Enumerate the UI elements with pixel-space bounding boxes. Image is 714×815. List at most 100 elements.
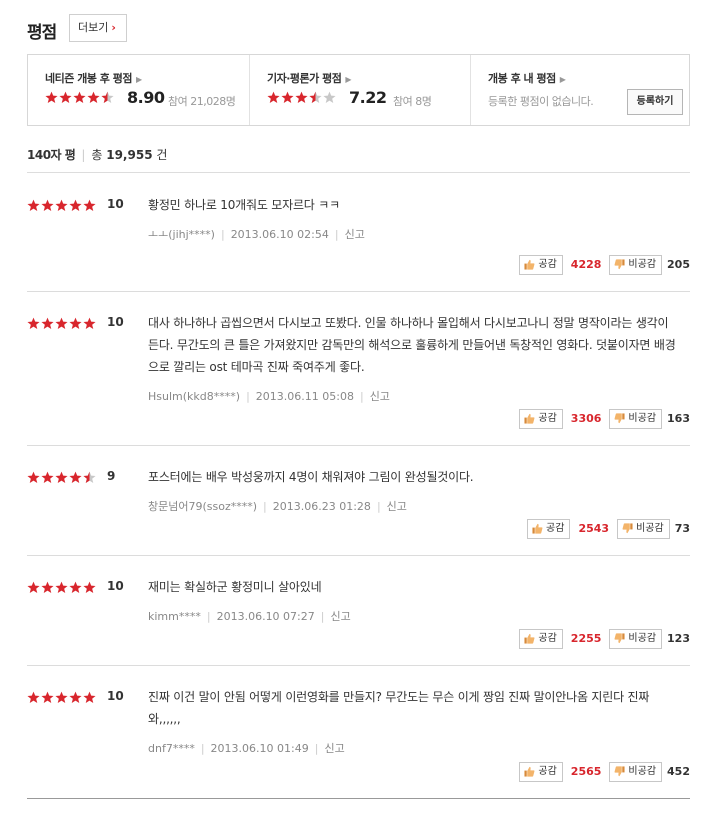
netizen-rating: 네티즌 개봉 후 평점 ▶ 8.90 참여 21,028명 — [28, 55, 249, 125]
critic-participants: 참여 8명 — [393, 95, 432, 108]
review-score: 10 — [107, 579, 124, 593]
dislike-label: 비공감 — [628, 413, 657, 424]
netizen-score: 8.90 — [127, 88, 165, 107]
star-icon — [55, 199, 68, 212]
review-author[interactable]: dnf7**** — [148, 742, 195, 755]
dislike-button[interactable]: 비공감 — [609, 629, 663, 649]
star-icon — [27, 471, 40, 484]
netizen-stars — [45, 91, 115, 105]
dislike-count: 163 — [667, 412, 690, 425]
dislike-button[interactable]: 비공감 — [609, 409, 663, 429]
chevron-right-icon: › — [111, 21, 116, 34]
review-stars — [27, 199, 97, 213]
review-author[interactable]: 창문넘어79(ssoz****) — [148, 500, 257, 513]
review-meta: dnf7**** | 2013.06.10 01:49 | 신고 — [148, 740, 345, 756]
dislike-button[interactable]: 비공감 — [617, 519, 670, 539]
review-text: 진짜 이건 말이 안됨 어떻게 이런영화를 만들지? 무간도는 무슨 이게 짱임… — [148, 690, 650, 726]
review-date: 2013.06.10 02:54 — [230, 228, 329, 241]
triangle-right-icon: ▶ — [559, 75, 566, 84]
review-item: 10 황정민 하나로 10개줘도 모자르다 ㅋㅋ ㅗㅗ(jihj****) | 2013… — [27, 173, 690, 292]
review-text: 황정민 하나로 10개줘도 모자르다 ㅋㅋ — [148, 198, 340, 212]
like-button[interactable]: 공감 — [519, 409, 563, 429]
review-date: 2013.06.11 05:08 — [255, 390, 354, 403]
like-button[interactable]: 공감 — [527, 519, 571, 539]
review-item: 10 대사 하나하나 곱씹으면서 다시보고 또봤다. 인물 하나하나 몰입해서 다… — [27, 291, 690, 446]
star-icon — [73, 91, 86, 104]
critic-rating-link[interactable]: 기자·평론가 평점 ▶ — [267, 70, 351, 86]
divider: | — [314, 742, 319, 755]
critic-score: 7.22 — [349, 88, 387, 107]
report-link[interactable]: 신고 — [345, 228, 365, 241]
netizen-rating-link[interactable]: 네티즌 개봉 후 평점 ▶ — [45, 70, 142, 86]
divider: | — [81, 148, 86, 162]
critic-rating: 기자·평론가 평점 ▶ 7.22 참여 8명 — [249, 55, 471, 125]
like-button[interactable]: 공감 — [519, 762, 563, 782]
review-item: 10 재미는 확실하군 황정미니 살아있네 kimm**** | 2013.06.10 … — [27, 555, 690, 666]
review-count: 140자 평 | 총 19,955 건 — [27, 146, 167, 163]
star-icon — [45, 91, 58, 104]
star-icon — [83, 581, 96, 594]
total-count: 19,955 — [106, 148, 153, 162]
star-icon — [55, 581, 68, 594]
star-icon — [309, 91, 322, 104]
star-icon — [41, 471, 54, 484]
triangle-right-icon: ▶ — [345, 75, 352, 84]
review-stars — [27, 581, 97, 595]
star-icon — [55, 691, 68, 704]
like-label: 공감 — [538, 633, 557, 644]
divider: | — [359, 390, 364, 403]
divider: | — [334, 228, 339, 241]
thumbs-down-icon — [614, 413, 625, 424]
review-author[interactable]: kimm**** — [148, 610, 201, 623]
star-icon — [323, 91, 336, 104]
dislike-label: 비공감 — [628, 766, 657, 777]
star-icon — [41, 317, 54, 330]
report-link[interactable]: 신고 — [324, 742, 344, 755]
review-date: 2013.06.23 01:28 — [272, 500, 371, 513]
more-button[interactable]: 더보기 › — [69, 14, 127, 42]
report-link[interactable]: 신고 — [387, 500, 407, 513]
like-button[interactable]: 공감 — [519, 629, 563, 649]
star-icon — [41, 581, 54, 594]
triangle-right-icon: ▶ — [135, 75, 142, 84]
divider: | — [200, 742, 205, 755]
star-icon — [55, 471, 68, 484]
thumbs-up-icon — [532, 523, 543, 534]
thumbs-up-icon — [524, 413, 535, 424]
my-rating-note: 등록한 평점이 없습니다. — [488, 95, 594, 108]
like-label: 공감 — [538, 766, 557, 777]
review-meta: Hsulm(kkd8****) | 2013.06.11 05:08 | 신고 — [148, 388, 390, 404]
total-prefix: 총 — [91, 148, 103, 162]
divider: | — [320, 610, 325, 623]
review-author[interactable]: Hsulm(kkd8****) — [148, 390, 240, 403]
star-icon — [27, 691, 40, 704]
register-rating-button[interactable]: 등록하기 — [627, 89, 683, 115]
thumbs-up-icon — [524, 766, 535, 777]
vote-controls: 공감 2565 비공감 452 — [519, 762, 690, 784]
divider: | — [206, 610, 211, 623]
star-icon — [87, 91, 100, 104]
my-rating-link[interactable]: 개봉 후 내 평점 ▶ — [488, 70, 566, 86]
like-label: 공감 — [538, 259, 557, 270]
thumbs-down-icon — [622, 523, 633, 534]
like-count: 2565 — [570, 765, 602, 778]
thumbs-up-icon — [524, 633, 535, 644]
divider: | — [220, 228, 225, 241]
netizen-participants: 참여 21,028명 — [168, 95, 236, 108]
report-link[interactable]: 신고 — [370, 390, 390, 403]
dislike-count: 452 — [667, 765, 690, 778]
star-icon — [295, 91, 308, 104]
dislike-button[interactable]: 비공감 — [609, 762, 663, 782]
critic-rating-label: 기자·평론가 평점 — [267, 72, 342, 85]
dislike-label: 비공감 — [636, 523, 664, 534]
report-link[interactable]: 신고 — [330, 610, 350, 623]
star-icon — [69, 581, 82, 594]
dislike-label: 비공감 — [628, 633, 657, 644]
star-icon — [267, 91, 280, 104]
dislike-label: 비공감 — [628, 259, 657, 270]
review-author[interactable]: ㅗㅗ(jihj****) — [148, 228, 215, 241]
review-meta: kimm**** | 2013.06.10 07:27 | 신고 — [148, 608, 351, 624]
thumbs-down-icon — [614, 633, 625, 644]
dislike-button[interactable]: 비공감 — [609, 255, 663, 275]
like-button[interactable]: 공감 — [519, 255, 563, 275]
